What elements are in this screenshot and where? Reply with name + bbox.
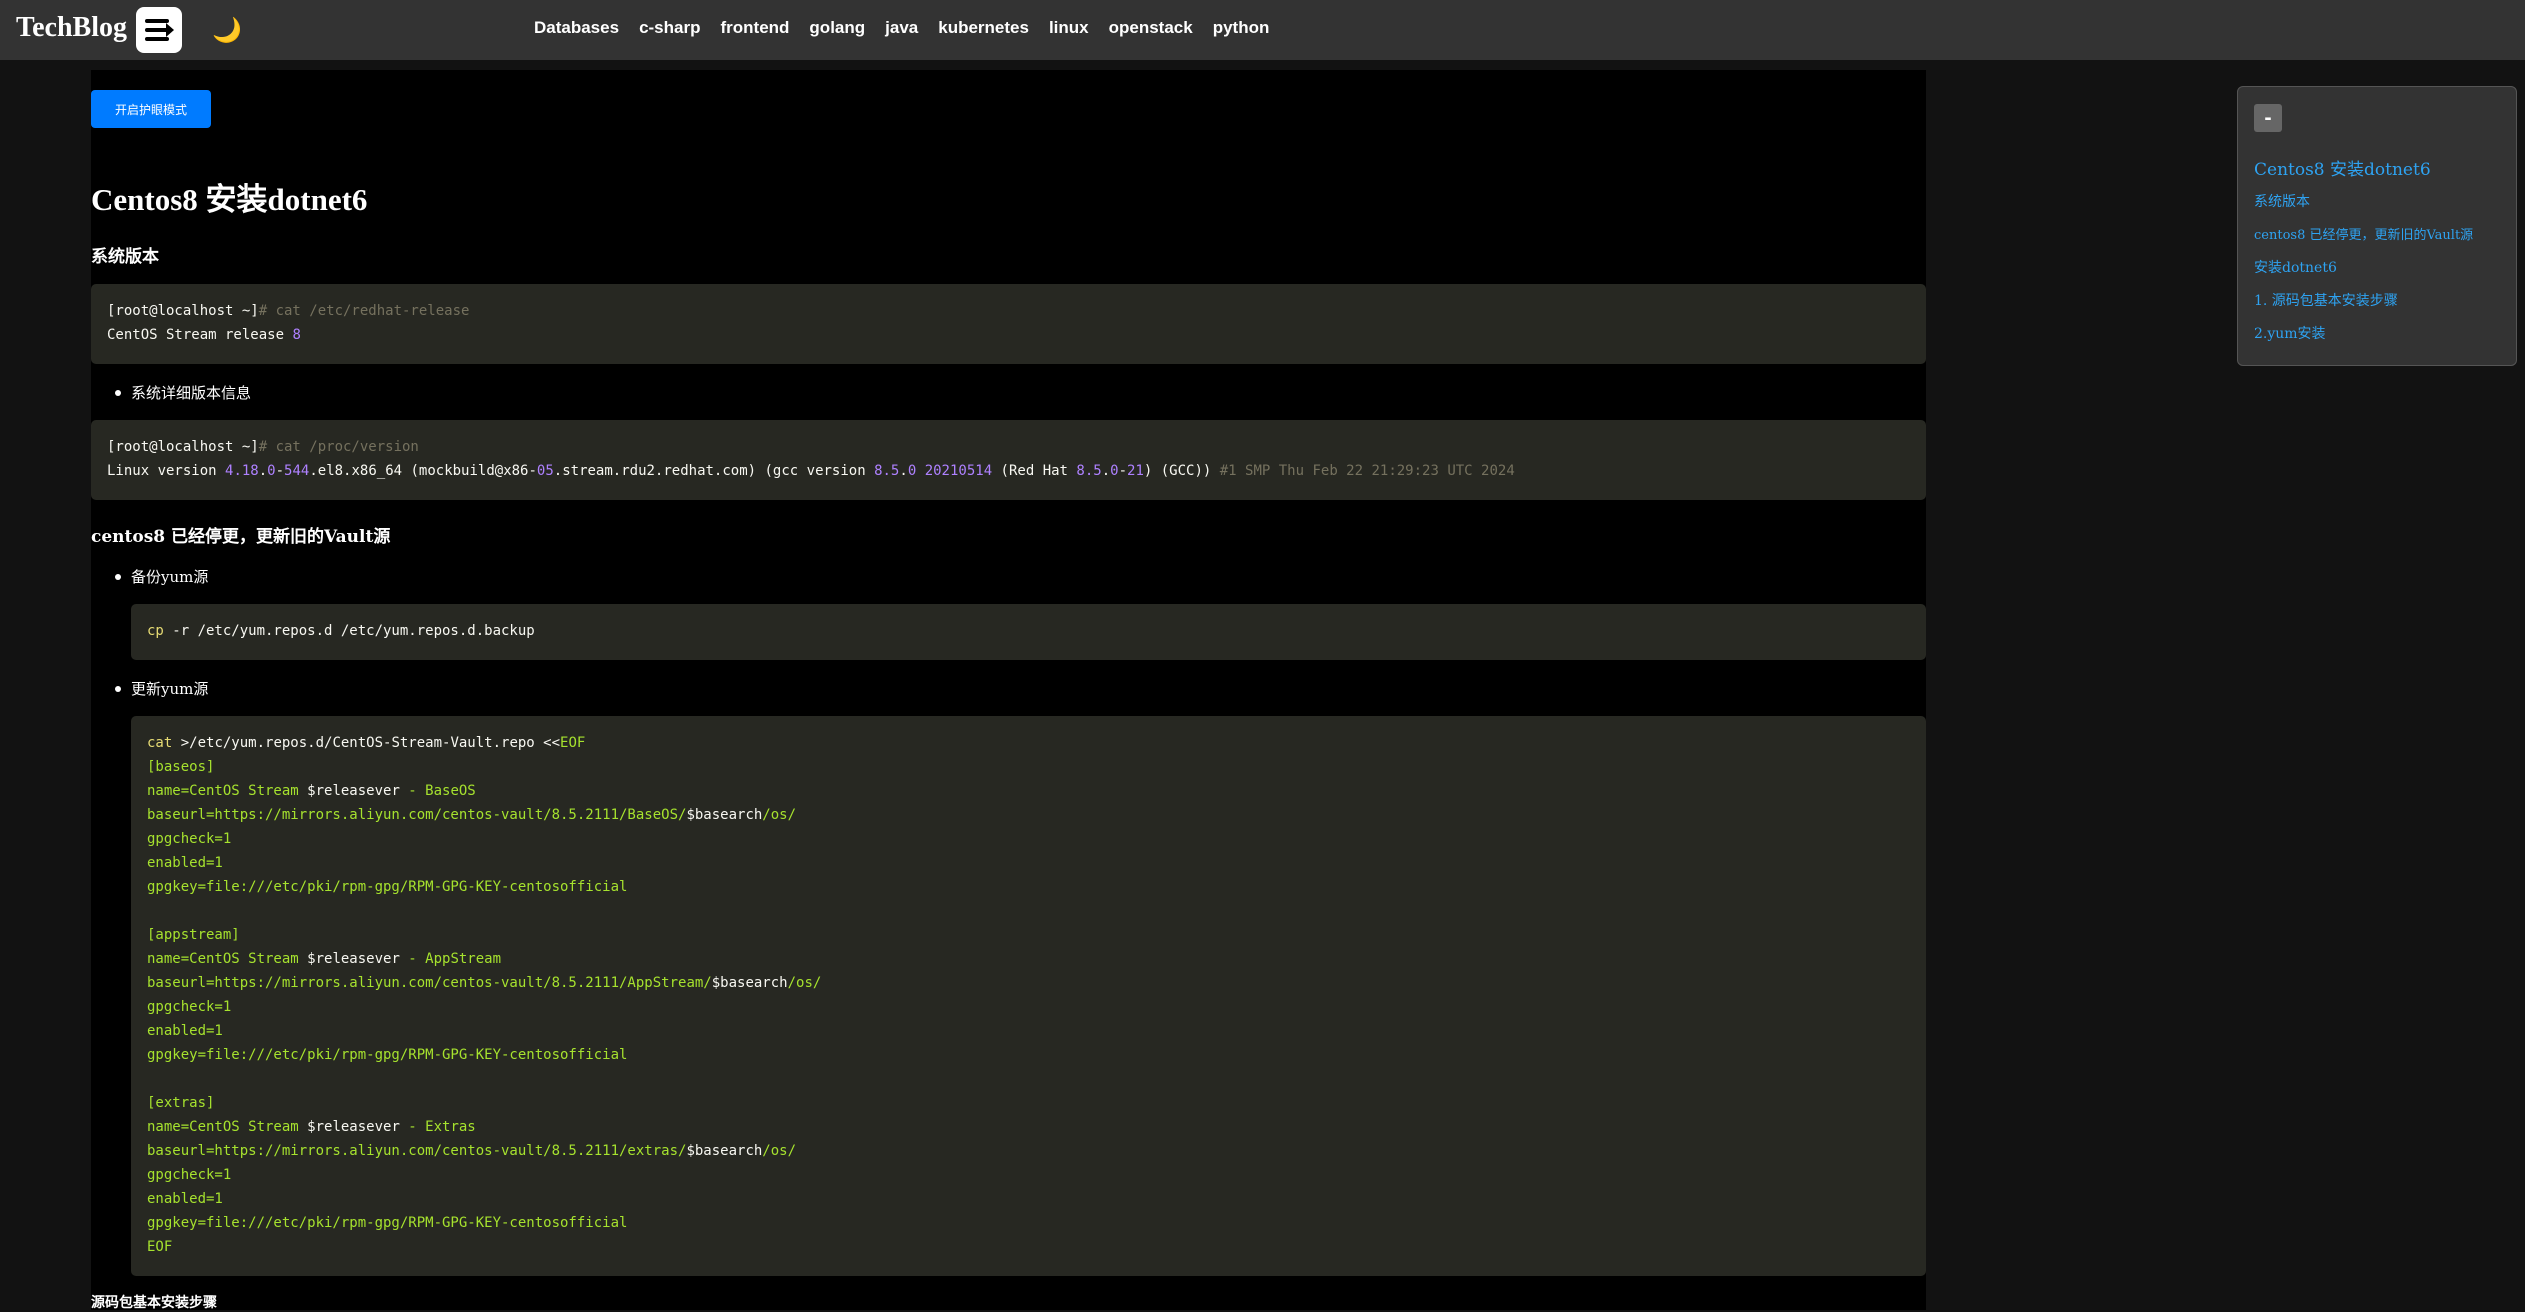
menu-toggle-icon[interactable] bbox=[136, 7, 182, 53]
code-prompt: [root@localhost ~] bbox=[107, 303, 259, 319]
nav-link-java[interactable]: java bbox=[885, 18, 918, 38]
section-heading-partial: 源码包基本安装步骤 bbox=[91, 1295, 217, 1311]
nav-link-linux[interactable]: linux bbox=[1049, 18, 1089, 38]
top-navbar: TechBlog 🌙 Databases c-sharp frontend go… bbox=[0, 0, 2525, 60]
nav-link-openstack[interactable]: openstack bbox=[1109, 18, 1193, 38]
moon-icon[interactable]: 🌙 bbox=[212, 16, 242, 44]
code-block-vault-repo: cat >/etc/yum.repos.d/CentOS-Stream-Vaul… bbox=[131, 716, 1926, 1276]
eye-care-mode-button[interactable]: 开启护眼模式 bbox=[91, 90, 211, 128]
category-nav: Databases c-sharp frontend golang java k… bbox=[534, 18, 1289, 38]
nav-link-databases[interactable]: Databases bbox=[534, 18, 619, 38]
code-output: CentOS Stream release bbox=[107, 327, 293, 343]
code-comment: # cat /etc/redhat-release bbox=[258, 303, 470, 319]
brand-logo[interactable]: TechBlog bbox=[16, 12, 127, 44]
toc-item-source-install[interactable]: 1. 源码包基本安装步骤 bbox=[2254, 290, 2398, 310]
toc-item-vault[interactable]: centos8 已经停更，更新旧的Vault源 bbox=[2254, 224, 2473, 243]
toc-item-install-dotnet6[interactable]: 安装dotnet6 bbox=[2254, 257, 2337, 277]
code-comment: # cat /proc/version bbox=[258, 439, 419, 455]
code-number: 8 bbox=[292, 327, 301, 343]
section-heading-vault: centos8 已经停更，更新旧的Vault源 bbox=[91, 527, 391, 547]
code-prompt: [root@localhost ~] bbox=[107, 439, 259, 455]
nav-link-frontend[interactable]: frontend bbox=[720, 18, 789, 38]
list-item-update-yum: 更新yum源 bbox=[114, 680, 209, 698]
code-block-proc-version: [root@localhost ~]# cat /proc/version Li… bbox=[91, 420, 1926, 500]
toc-item-yum-install[interactable]: 2.yum安装 bbox=[2254, 323, 2326, 343]
code-block-backup: cp -r /etc/yum.repos.d /etc/yum.repos.d.… bbox=[131, 604, 1926, 660]
section-heading-system-version: 系统版本 bbox=[91, 247, 159, 267]
nav-link-python[interactable]: python bbox=[1213, 18, 1270, 38]
nav-link-golang[interactable]: golang bbox=[809, 18, 865, 38]
table-of-contents: - Centos8 安装dotnet6 系统版本 centos8 已经停更，更新… bbox=[2237, 86, 2517, 366]
code-block-release: [root@localhost ~]# cat /etc/redhat-rele… bbox=[91, 284, 1926, 364]
nav-link-kubernetes[interactable]: kubernetes bbox=[938, 18, 1029, 38]
toc-item-title[interactable]: Centos8 安装dotnet6 bbox=[2254, 155, 2431, 180]
list-item-backup-yum: 备份yum源 bbox=[114, 568, 209, 586]
toc-item-system-version[interactable]: 系统版本 bbox=[2254, 191, 2310, 211]
code-output: Linux version 4.18.0-544.el8.x86_64 (moc… bbox=[107, 463, 1515, 479]
list-item-detail-version: 系统详细版本信息 bbox=[114, 384, 252, 402]
nav-link-c-sharp[interactable]: c-sharp bbox=[639, 18, 700, 38]
page-title: Centos8 安装dotnet6 bbox=[91, 182, 368, 217]
code-command: cp -r /etc/yum.repos.d /etc/yum.repos.d.… bbox=[147, 623, 535, 639]
toc-collapse-button[interactable]: - bbox=[2254, 104, 2282, 132]
article-content: 开启护眼模式 Centos8 安装dotnet6 系统版本 [root@loca… bbox=[91, 70, 1926, 1311]
